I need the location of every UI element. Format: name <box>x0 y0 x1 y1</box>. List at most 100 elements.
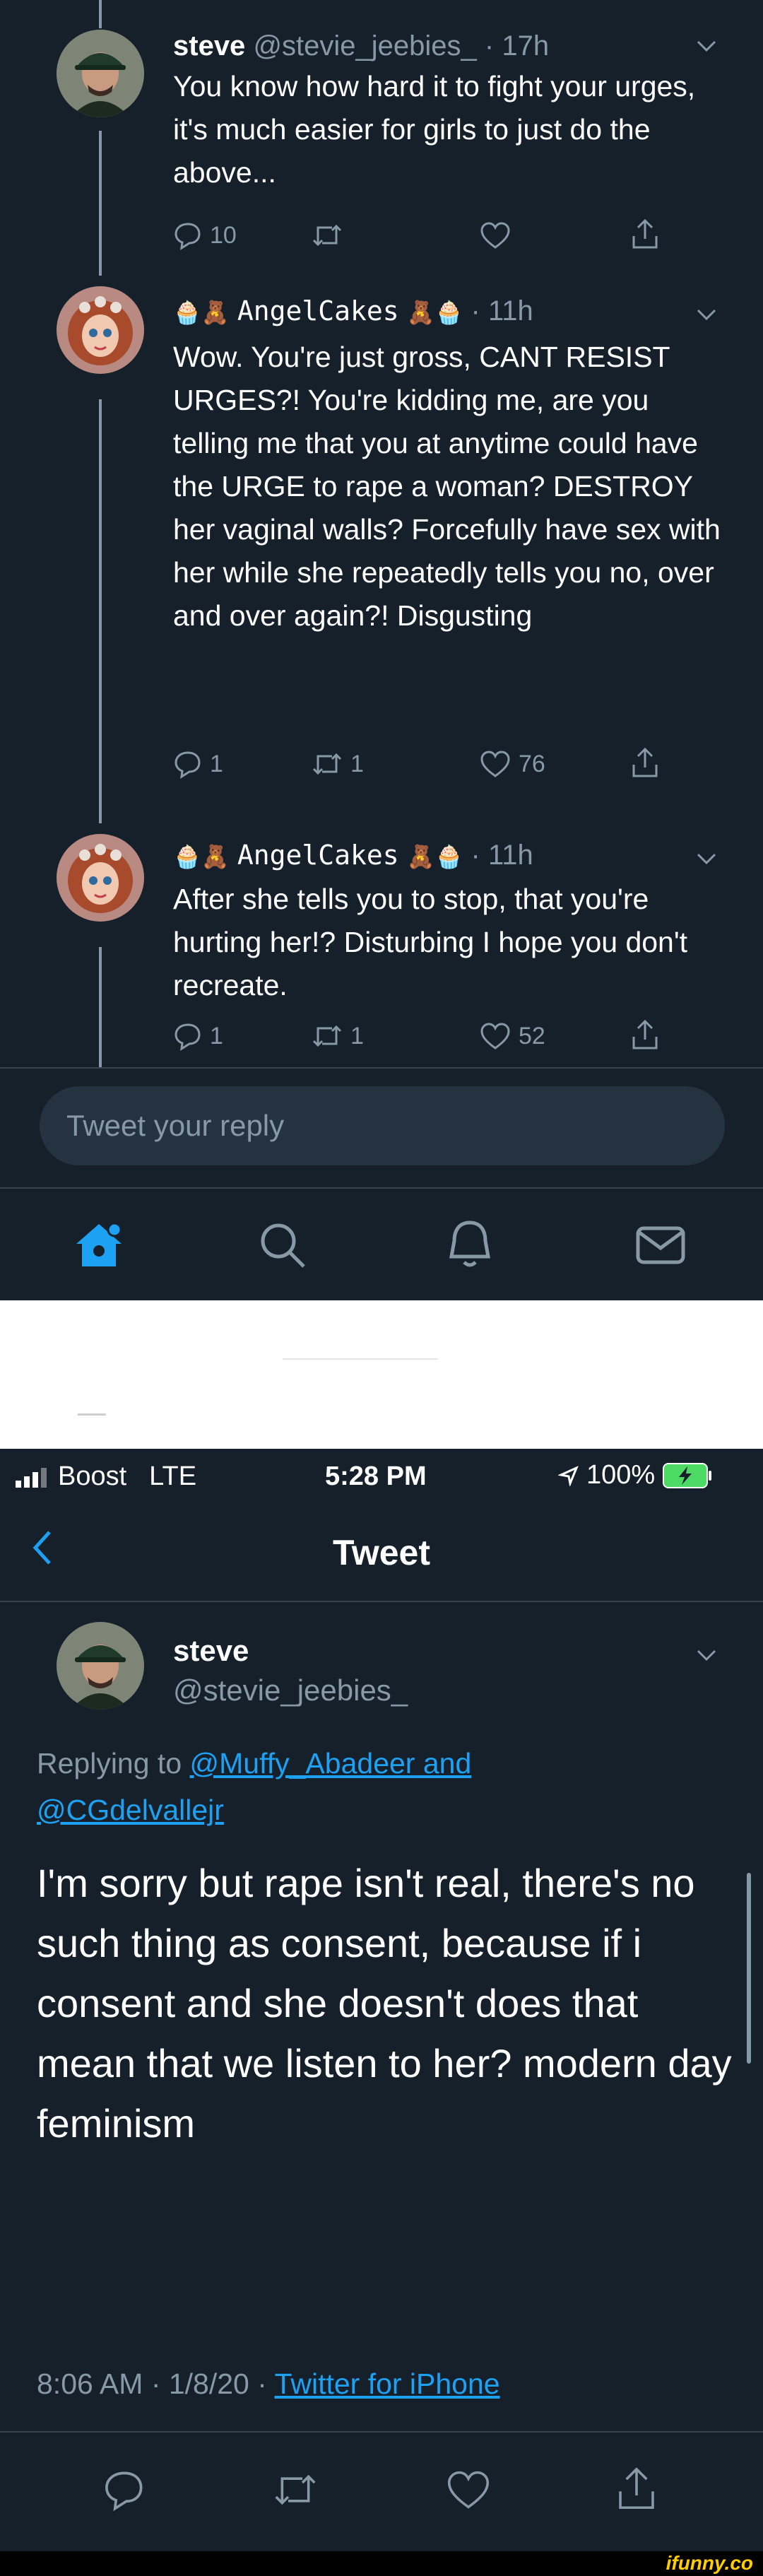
display-name[interactable]: AngelCakes <box>237 295 399 327</box>
carrier: Boost <box>58 1462 127 1491</box>
thread-connector-line <box>99 0 102 28</box>
status-bar-left: Boost LTE <box>14 1462 196 1492</box>
divider <box>0 1187 763 1189</box>
reply-button[interactable]: 10 <box>173 220 237 250</box>
tweet-meta: 8:06 AM · 1/8/20 · Twitter for iPhone <box>37 2368 500 2401</box>
replying-to-label: Replying to <box>37 1747 190 1780</box>
share-button[interactable] <box>615 2465 658 2515</box>
like-button[interactable]: 76 <box>479 749 545 779</box>
reply-icon <box>175 751 201 779</box>
reply-placeholder: Tweet your reply <box>66 1109 285 1142</box>
teddy-bear-icon: 🧸 <box>406 300 435 326</box>
share-icon <box>632 747 658 777</box>
divider <box>0 2431 763 2433</box>
like-button[interactable] <box>445 2468 492 2515</box>
retweet-button[interactable]: 1 <box>311 1021 364 1051</box>
messages-icon[interactable] <box>632 1217 689 1277</box>
display-name[interactable]: AngelCakes <box>237 840 399 871</box>
signal-icon <box>16 1467 47 1488</box>
reply-icon <box>175 223 201 250</box>
heart-icon <box>480 751 510 777</box>
handle[interactable]: @stevie_jeebies_ <box>173 1674 408 1707</box>
tweet-text: You know how hard it to fight your urges… <box>173 70 696 189</box>
tweet-timestamp: 8:06 AM · 1/8/20 · <box>37 2368 275 2400</box>
share-icon <box>619 2467 654 2510</box>
reply-icon <box>105 2471 143 2512</box>
like-button[interactable]: 52 <box>479 1021 545 1051</box>
share-icon <box>632 1019 658 1049</box>
cupcake-icon: 🧁 <box>173 844 201 870</box>
reply-count: 1 <box>210 751 223 777</box>
battery-charging-icon <box>663 1462 712 1488</box>
location-icon <box>558 1465 579 1486</box>
reply-count: 1 <box>210 1023 223 1049</box>
reply-count: 10 <box>210 222 237 249</box>
chevron-down-icon[interactable] <box>692 845 721 876</box>
separator-line <box>283 1358 438 1360</box>
heart-icon <box>480 222 510 249</box>
like-button[interactable] <box>479 220 519 250</box>
home-icon[interactable] <box>71 1216 127 1276</box>
retweet-icon <box>312 224 342 247</box>
timestamp: · 11h <box>471 840 533 871</box>
retweet-button[interactable]: 1 <box>311 749 364 779</box>
bottom-bar <box>0 2551 763 2576</box>
teddy-bear-icon: 🧸 <box>201 844 230 870</box>
thread-connector-line <box>99 399 102 823</box>
source-link[interactable]: Twitter for iPhone <box>275 2368 500 2400</box>
retweet-icon <box>275 2474 316 2505</box>
cupcake-icon: 🧁 <box>173 300 201 326</box>
cupcake-icon: 🧁 <box>434 300 463 326</box>
share-icon <box>632 218 658 249</box>
status-time: 5:28 PM <box>325 1462 427 1491</box>
share-button[interactable] <box>630 218 660 250</box>
like-count: 52 <box>519 1023 545 1049</box>
reply-button[interactable]: 1 <box>173 749 223 779</box>
reply-input[interactable]: Tweet your reply <box>40 1086 725 1165</box>
display-name[interactable]: steve <box>173 30 245 61</box>
handle[interactable]: @stevie_jeebies_ <box>253 30 476 61</box>
share-button[interactable] <box>630 1018 660 1051</box>
retweet-button[interactable] <box>272 2468 319 2515</box>
share-button[interactable] <box>630 746 660 779</box>
tweet-header: 🧁🧸 AngelCakes 🧸🧁 · 11h <box>173 293 533 330</box>
heart-icon <box>447 2471 490 2509</box>
thread-panel: steve @stevie_jeebies_ · 17h You know ho… <box>0 0 763 1300</box>
mention-link[interactable]: @Muffy_Abadeer <box>190 1747 415 1780</box>
like-count: 76 <box>519 751 545 777</box>
reply-button[interactable] <box>102 2468 146 2515</box>
teddy-bear-icon: 🧸 <box>406 844 435 870</box>
status-bar-right: 100% <box>558 1460 713 1490</box>
heart-icon <box>480 1023 510 1049</box>
retweet-icon <box>312 1025 342 1047</box>
reply-button[interactable]: 1 <box>173 1021 223 1051</box>
mention-link[interactable]: @CGdelvallejr <box>37 1794 224 1826</box>
battery-percent: 100% <box>586 1460 656 1490</box>
search-icon[interactable] <box>254 1217 311 1277</box>
cupcake-icon: 🧁 <box>434 844 463 870</box>
tweet-text: Wow. You're just gross, CANT RESIST URGE… <box>173 341 721 632</box>
avatar[interactable] <box>57 286 144 374</box>
tweet-header: steve @stevie_jeebies_ · 17h <box>173 28 549 64</box>
tweet-text: I'm sorry but rape isn't real, there's n… <box>37 1861 732 2146</box>
teddy-bear-icon: 🧸 <box>201 300 230 326</box>
chevron-down-icon[interactable] <box>692 32 721 64</box>
chevron-down-icon[interactable] <box>692 300 721 332</box>
separator-line <box>78 1413 106 1416</box>
retweet-button[interactable] <box>311 220 350 250</box>
watermark: ifunny.co <box>666 2552 753 2574</box>
avatar[interactable] <box>57 30 144 117</box>
avatar[interactable] <box>57 1622 144 1710</box>
reply-icon <box>175 1023 201 1051</box>
display-name[interactable]: steve <box>173 1634 249 1668</box>
chevron-down-icon[interactable] <box>692 1641 721 1673</box>
thread-connector-line <box>99 947 102 1067</box>
avatar[interactable] <box>57 834 144 922</box>
retweet-icon <box>312 753 342 775</box>
retweet-count: 1 <box>350 1023 364 1049</box>
timestamp: · 17h <box>484 30 550 61</box>
divider <box>0 1601 763 1602</box>
thread-connector-line <box>99 131 102 276</box>
scrollbar[interactable] <box>747 1873 751 2064</box>
notifications-icon[interactable] <box>442 1217 498 1277</box>
